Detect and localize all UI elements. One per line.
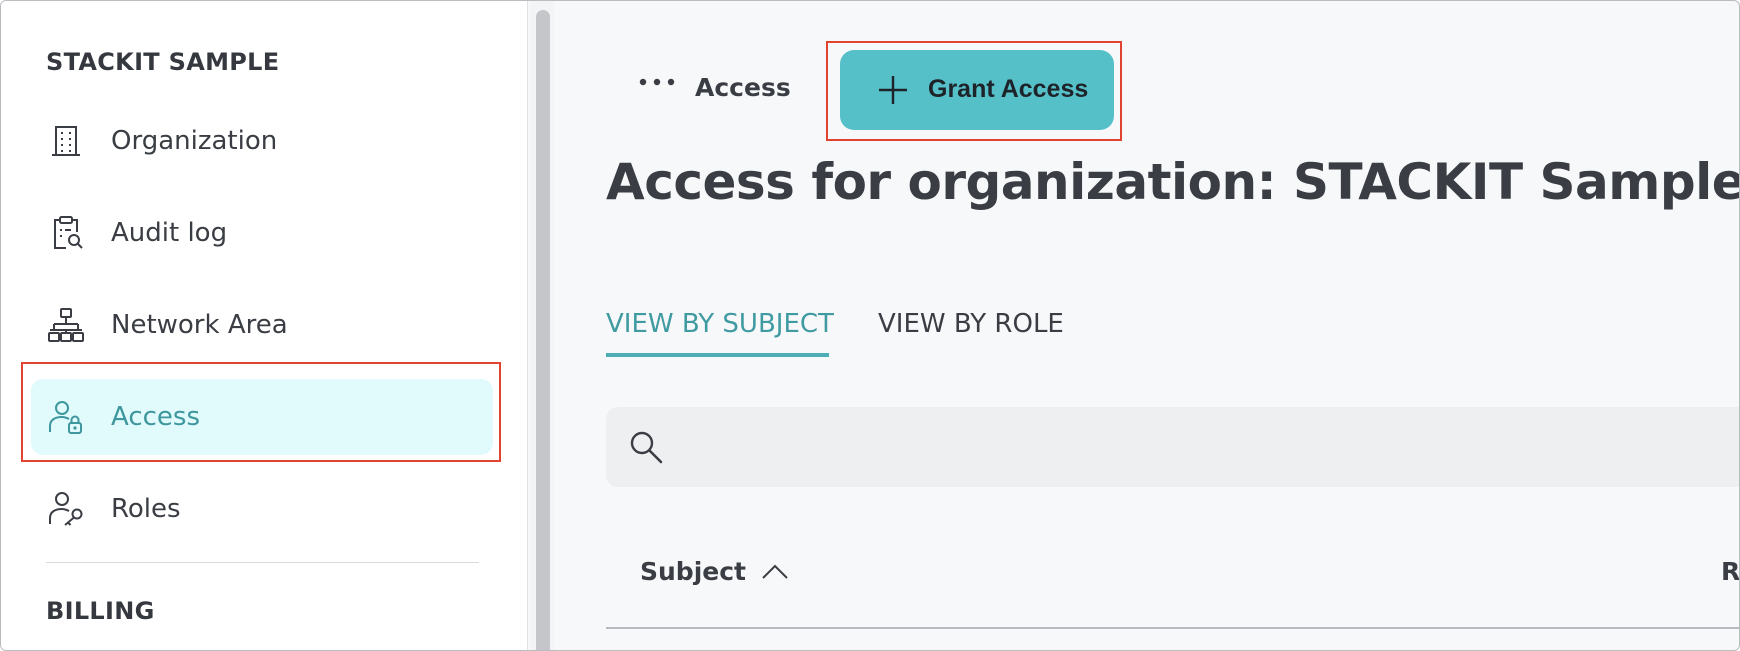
grant-access-button-label: Grant Access (928, 75, 1089, 103)
active-tab-indicator (606, 353, 829, 357)
org-section-title: STACKIT SAMPLE (46, 48, 280, 76)
billing-section-title: BILLING (46, 597, 155, 625)
user-key-icon (49, 492, 83, 526)
page-title: Access for organization: STACKIT Sample (606, 153, 1740, 211)
tab-view-by-subject[interactable]: VIEW BY SUBJECT (606, 309, 834, 339)
sidebar-item-label: Network Area (111, 310, 288, 340)
sidebar-divider (46, 562, 479, 563)
column-header-role[interactable]: R (1721, 557, 1739, 586)
sidebar-item-label: Audit log (111, 218, 228, 248)
clipboard-search-icon (54, 216, 83, 249)
sidebar-border (527, 1, 528, 650)
network-icon (48, 308, 84, 342)
sidebar-item-network-area[interactable]: Network Area (31, 287, 493, 363)
breadcrumb-current: Access (695, 73, 791, 102)
tab-view-by-role[interactable]: VIEW BY ROLE (878, 309, 1064, 339)
sort-ascending-icon[interactable] (760, 561, 790, 581)
sidebar-item-organization[interactable]: Organization (31, 103, 493, 179)
column-header-subject[interactable]: Subject (640, 557, 746, 586)
sidebar-item-label: Roles (111, 494, 181, 524)
sidebar-item-access[interactable]: Access (31, 379, 493, 455)
sidebar-scrollbar-thumb[interactable] (536, 10, 550, 650)
sidebar-item-label: Access (111, 402, 201, 432)
building-icon (52, 126, 80, 156)
search-input[interactable] (606, 407, 1739, 487)
sidebar-item-roles[interactable]: Roles (31, 471, 493, 547)
user-lock-icon (49, 401, 82, 434)
more-icon[interactable] (637, 75, 677, 89)
sidebar: STACKIT SAMPLE Organization Audit log Ne… (1, 1, 527, 650)
plus-icon (879, 76, 907, 104)
main-content: Access Grant Access Access for organizat… (554, 1, 1740, 650)
sidebar-item-audit-log[interactable]: Audit log (31, 195, 493, 271)
grant-access-button[interactable]: Grant Access (840, 50, 1114, 130)
search-icon (630, 431, 663, 464)
table-header-border (606, 627, 1739, 629)
app-window: STACKIT SAMPLE Organization Audit log Ne… (0, 0, 1740, 651)
sidebar-item-label: Organization (111, 126, 278, 156)
